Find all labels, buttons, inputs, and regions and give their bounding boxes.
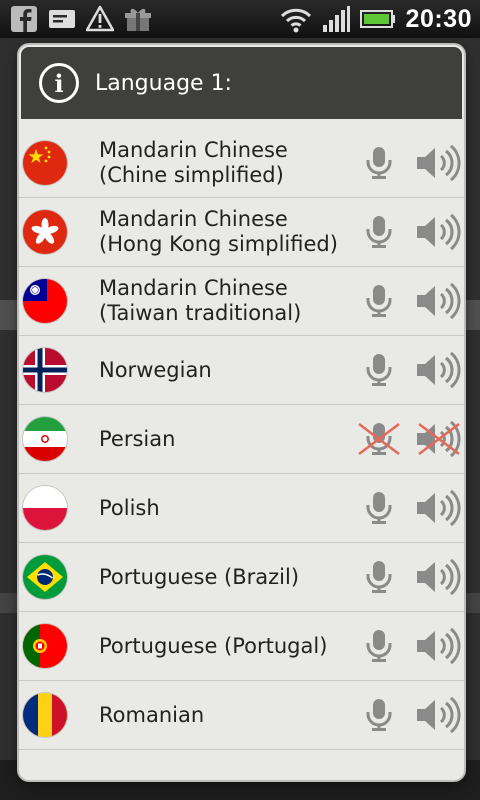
norway-flag-icon	[23, 348, 67, 392]
language-name: Mandarin Chinese (Taiwan traditional)	[99, 276, 302, 325]
language-row-mandarin-hong-kong[interactable]: Mandarin Chinese (Hong Kong simplified)	[19, 198, 464, 267]
hong-kong-flag-icon	[23, 210, 67, 254]
info-icon: i	[39, 63, 79, 103]
dialog-title: Language 1:	[95, 70, 232, 96]
message-icon	[49, 10, 75, 28]
language-name: Polish	[99, 495, 160, 520]
microphone-icon[interactable]	[365, 284, 393, 318]
speaker-icon[interactable]	[415, 697, 461, 733]
language-name: Persian	[99, 426, 176, 451]
language-row-mandarin-taiwan[interactable]: Mandarin Chinese (Taiwan traditional)	[19, 267, 464, 336]
warning-icon	[86, 5, 114, 32]
portugal-flag-icon	[23, 624, 67, 668]
microphone-icon[interactable]	[365, 146, 393, 180]
status-bar: 20:30	[0, 0, 480, 38]
battery-icon	[359, 10, 395, 28]
dialog-header: i Language 1:	[21, 47, 462, 119]
speaker-icon[interactable]	[415, 352, 461, 388]
unavailable-cross-icon	[418, 423, 460, 455]
language-row-portuguese-brazil[interactable]: Portuguese (Brazil)	[19, 543, 464, 612]
iran-flag-icon	[23, 417, 67, 461]
brazil-flag-icon	[23, 555, 67, 599]
language-name: Portuguese (Portugal)	[99, 633, 328, 658]
facebook-icon	[11, 6, 37, 32]
language-name: Mandarin Chinese (Hong Kong simplified)	[99, 207, 338, 256]
speaker-icon[interactable]	[415, 490, 461, 526]
language-row-persian[interactable]: Persian	[19, 405, 464, 474]
microphone-icon[interactable]	[365, 215, 393, 249]
microphone-icon[interactable]	[365, 353, 393, 387]
microphone-icon[interactable]	[365, 629, 393, 663]
poland-flag-icon	[23, 486, 67, 530]
wifi-icon	[280, 8, 311, 33]
microphone-icon[interactable]	[365, 560, 393, 594]
speaker-icon[interactable]	[415, 145, 461, 181]
language-name: Norwegian	[99, 357, 212, 382]
language-name: Romanian	[99, 702, 205, 727]
signal-icon	[322, 6, 350, 32]
china-flag-icon	[23, 141, 67, 185]
taiwan-flag-icon	[23, 279, 67, 323]
language-row-norwegian[interactable]: Norwegian	[19, 336, 464, 405]
gift-icon	[125, 8, 151, 31]
speaker-icon[interactable]	[415, 214, 461, 250]
status-time: 20:30	[405, 4, 472, 33]
microphone-icon[interactable]	[365, 698, 393, 732]
language-row-romanian[interactable]: Romanian	[19, 681, 464, 750]
speaker-icon[interactable]	[415, 559, 461, 595]
unavailable-cross-icon	[358, 423, 400, 455]
romania-flag-icon	[23, 693, 67, 737]
language-row-polish[interactable]: Polish	[19, 474, 464, 543]
language-name: Portuguese (Brazil)	[99, 564, 300, 589]
speaker-icon[interactable]	[415, 628, 461, 664]
language-list: Mandarin Chinese (Chine simplified) Mand…	[19, 129, 464, 750]
language-row-portuguese-portugal[interactable]: Portuguese (Portugal)	[19, 612, 464, 681]
language-name: Mandarin Chinese (Chine simplified)	[99, 138, 288, 187]
microphone-icon[interactable]	[365, 491, 393, 525]
speaker-icon[interactable]	[415, 283, 461, 319]
language-row-mandarin-simplified[interactable]: Mandarin Chinese (Chine simplified)	[19, 129, 464, 198]
language-dialog: i Language 1: Mandarin Chinese (Chine sim…	[19, 45, 464, 780]
